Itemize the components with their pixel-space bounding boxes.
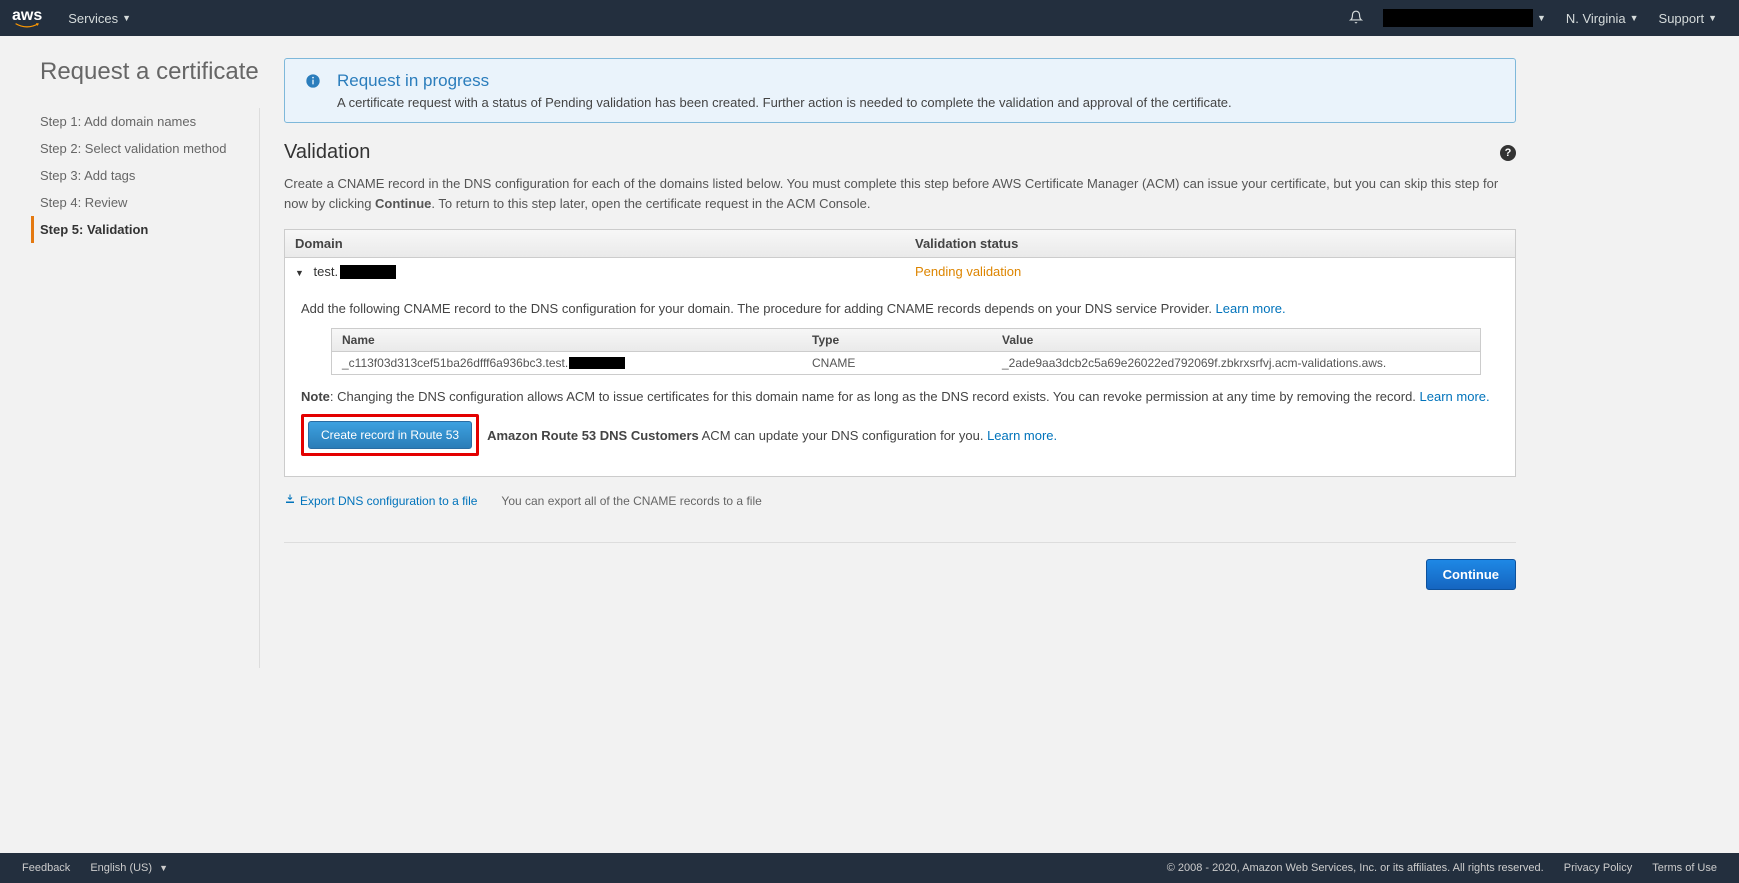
- region-menu[interactable]: N. Virginia ▼: [1556, 11, 1649, 26]
- step-3[interactable]: Step 3: Add tags: [40, 162, 259, 189]
- cta-text: Amazon Route 53 DNS Customers ACM can up…: [487, 428, 1057, 443]
- caret-down-icon: ▼: [122, 13, 131, 23]
- divider: [284, 542, 1516, 543]
- copyright: © 2008 - 2020, Amazon Web Services, Inc.…: [1157, 862, 1554, 874]
- section-title: Validation: [284, 141, 1500, 164]
- desc-post: . To return to this step later, open the…: [431, 196, 870, 211]
- domain-table-header: Domain Validation status: [285, 230, 1515, 258]
- instructions-text: Add the following CNAME record to the DN…: [301, 301, 1216, 316]
- note-line: Note: Changing the DNS configuration all…: [301, 389, 1499, 404]
- continue-button[interactable]: Continue: [1426, 559, 1516, 590]
- cta-rest: ACM can update your DNS configuration fo…: [699, 428, 987, 443]
- cta-row: Create record in Route 53 Amazon Route 5…: [301, 414, 1499, 456]
- domain-name: test.: [314, 264, 397, 279]
- cta-bold: Amazon Route 53 DNS Customers: [487, 428, 699, 443]
- step-2[interactable]: Step 2: Select validation method: [40, 135, 259, 162]
- section-description: Create a CNAME record in the DNS configu…: [284, 174, 1516, 213]
- caret-down-icon: ▼: [1708, 13, 1717, 23]
- export-link[interactable]: Export DNS configuration to a file: [284, 493, 477, 508]
- notifications-icon[interactable]: [1339, 10, 1373, 27]
- domain-panel: Domain Validation status ▼ test. Pending…: [284, 229, 1516, 477]
- record-name-prefix: _c113f03d313cef51ba26dfff6a936bc3.test.: [342, 356, 568, 370]
- highlight-box: Create record in Route 53: [301, 414, 479, 456]
- rec-col-type: Type: [812, 333, 1002, 347]
- rec-col-value: Value: [1002, 333, 1470, 347]
- desc-bold: Continue: [375, 196, 431, 211]
- account-menu[interactable]: ▼: [1373, 9, 1556, 27]
- cname-record-table: Name Type Value _c113f03d313cef51ba26dff…: [331, 328, 1481, 375]
- footer: Feedback English (US) ▼ © 2008 - 2020, A…: [0, 853, 1739, 883]
- learn-more-link-3[interactable]: Learn more.: [987, 428, 1057, 443]
- region-label: N. Virginia: [1566, 11, 1626, 26]
- step-4[interactable]: Step 4: Review: [40, 189, 259, 216]
- support-menu[interactable]: Support ▼: [1649, 11, 1727, 26]
- domain-row: ▼ test. Pending validation: [285, 258, 1515, 285]
- top-nav: aws Services ▼ ▼ N. Virginia ▼ Support ▼: [0, 0, 1739, 36]
- wizard-steps: Step 1: Add domain names Step 2: Select …: [40, 108, 260, 668]
- caret-down-icon: ▼: [1630, 13, 1639, 23]
- step-1[interactable]: Step 1: Add domain names: [40, 108, 259, 135]
- terms-link[interactable]: Terms of Use: [1642, 862, 1727, 874]
- col-domain: Domain: [295, 236, 915, 251]
- services-label: Services: [68, 11, 118, 26]
- learn-more-link-2[interactable]: Learn more.: [1420, 389, 1490, 404]
- export-row: Export DNS configuration to a file You c…: [284, 477, 1516, 536]
- record-name-redacted: [569, 357, 625, 369]
- export-link-text: Export DNS configuration to a file: [300, 494, 477, 508]
- note-bold: Note: [301, 389, 330, 404]
- detail-instructions: Add the following CNAME record to the DN…: [301, 301, 1499, 316]
- banner-message: A certificate request with a status of P…: [337, 95, 1232, 110]
- col-status: Validation status: [915, 236, 1505, 251]
- step-5[interactable]: Step 5: Validation: [31, 216, 259, 243]
- record-value: _2ade9aa3dcb2c5a69e26022ed792069f.zbkrxs…: [1002, 356, 1470, 370]
- record-table-header: Name Type Value: [332, 329, 1480, 352]
- domain-redacted: [340, 265, 396, 279]
- caret-down-icon: ▼: [1537, 13, 1546, 23]
- record-type: CNAME: [812, 356, 1002, 370]
- action-bar: Continue: [284, 549, 1516, 630]
- export-help: You can export all of the CNAME records …: [501, 494, 761, 508]
- create-record-button[interactable]: Create record in Route 53: [308, 421, 472, 449]
- banner-title: Request in progress: [337, 71, 1232, 91]
- domain-prefix: test.: [314, 264, 339, 279]
- note-text: : Changing the DNS configuration allows …: [330, 389, 1420, 404]
- info-icon: [305, 71, 321, 110]
- account-name-redacted: [1383, 9, 1533, 27]
- record-name: _c113f03d313cef51ba26dfff6a936bc3.test.: [342, 356, 812, 370]
- rec-col-name: Name: [342, 333, 812, 347]
- record-row: _c113f03d313cef51ba26dfff6a936bc3.test. …: [332, 352, 1480, 374]
- support-label: Support: [1659, 11, 1705, 26]
- validation-status: Pending validation: [915, 264, 1021, 279]
- download-icon: [284, 493, 296, 508]
- language-label: English (US): [90, 862, 152, 874]
- page-title: Request a certificate: [40, 58, 260, 86]
- caret-down-icon: ▼: [159, 863, 168, 873]
- feedback-link[interactable]: Feedback: [12, 862, 80, 874]
- aws-logo[interactable]: aws: [12, 7, 42, 29]
- learn-more-link[interactable]: Learn more.: [1216, 301, 1286, 316]
- info-banner: Request in progress A certificate reques…: [284, 58, 1516, 123]
- privacy-link[interactable]: Privacy Policy: [1554, 862, 1642, 874]
- language-menu[interactable]: English (US) ▼: [80, 862, 178, 874]
- services-menu[interactable]: Services ▼: [58, 11, 141, 26]
- help-icon[interactable]: ?: [1500, 145, 1516, 161]
- domain-detail: Add the following CNAME record to the DN…: [285, 285, 1515, 476]
- expand-toggle[interactable]: ▼: [295, 268, 304, 278]
